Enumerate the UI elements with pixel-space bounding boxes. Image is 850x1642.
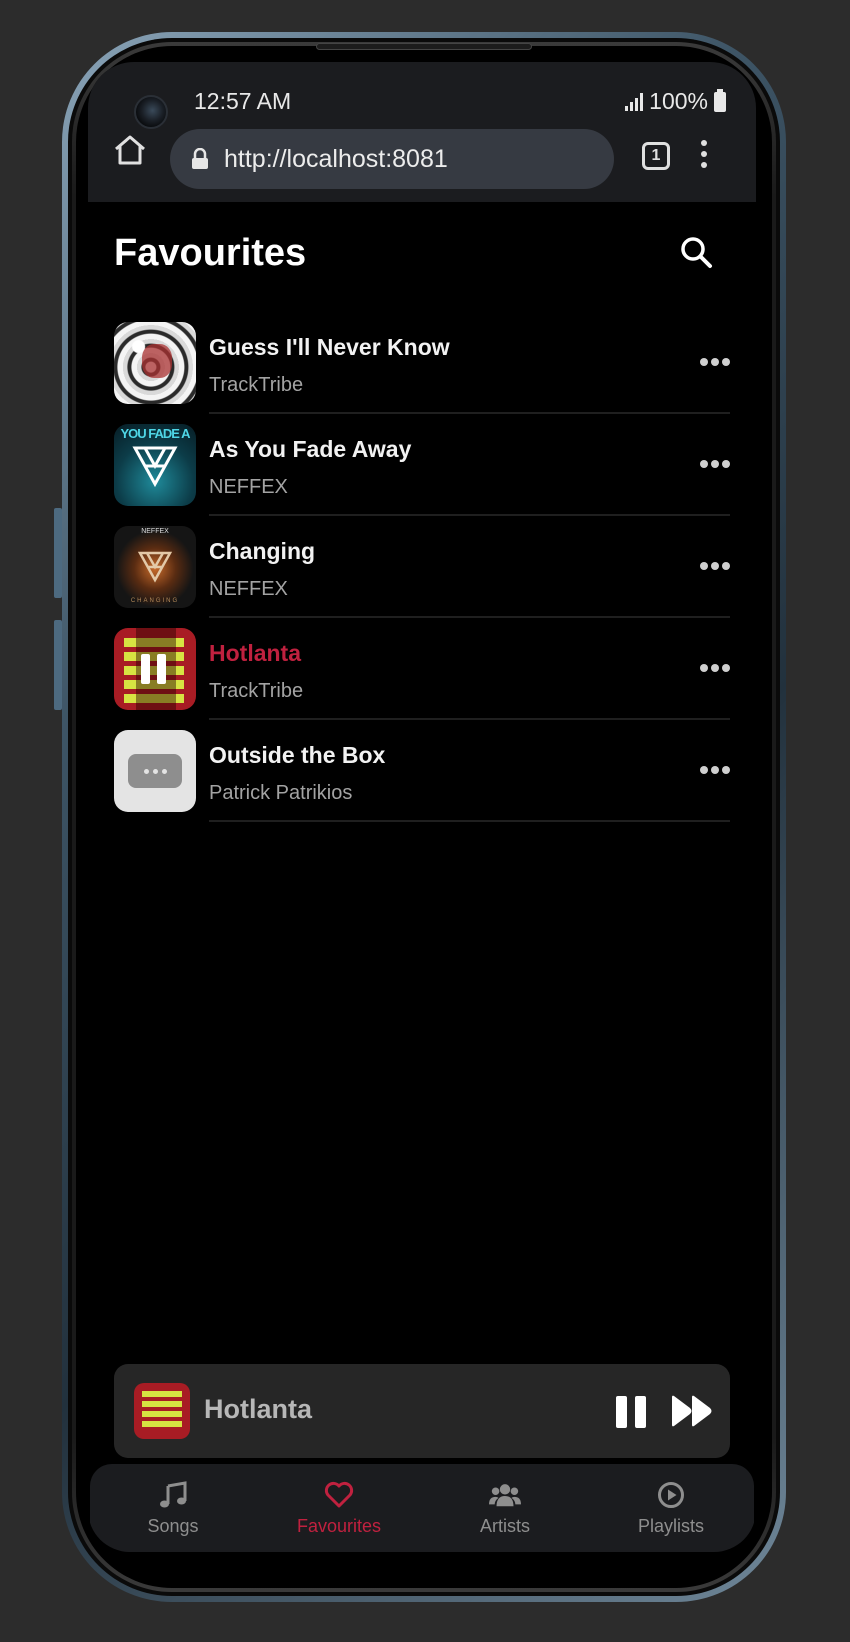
more-options-icon[interactable]: [700, 352, 730, 372]
url-text: http://localhost:8081: [224, 144, 448, 173]
song-title: As You Fade Away: [209, 436, 412, 462]
album-art: YOU FADE A: [114, 424, 196, 506]
tab-playlists[interactable]: Playlists: [588, 1464, 754, 1552]
browser-chrome: 12:57 AM 100% http://localhost:8081 1: [88, 62, 756, 202]
album-art: [114, 322, 196, 404]
divider: [209, 514, 730, 516]
home-icon[interactable]: [112, 132, 148, 168]
users-icon: [489, 1480, 521, 1510]
status-right: 100%: [625, 88, 726, 115]
album-art: [114, 730, 196, 812]
list-item[interactable]: Outside the Box Patrick Patrikios: [114, 730, 730, 832]
song-artist: NEFFEX: [209, 578, 288, 600]
mini-player[interactable]: Hotlanta: [114, 1364, 730, 1458]
album-art: [114, 628, 196, 710]
heart-icon: [323, 1480, 355, 1510]
divider: [209, 718, 730, 720]
battery-percent: 100%: [649, 88, 708, 114]
tab-label: Favourites: [296, 1516, 382, 1536]
song-artist: TrackTribe: [209, 680, 304, 702]
song-list: Guess I'll Never Know TrackTribe YOU FAD…: [114, 322, 730, 832]
volume-button: [54, 620, 62, 710]
more-options-icon[interactable]: [700, 658, 730, 678]
pause-overlay-icon: [141, 654, 171, 684]
song-artist: TrackTribe: [209, 374, 304, 396]
list-item[interactable]: YOU FADE A As You Fade Away NEFFEX: [114, 424, 730, 526]
placeholder-icon: [128, 754, 182, 788]
pause-icon[interactable]: [616, 1396, 646, 1428]
fast-forward-icon[interactable]: [670, 1394, 714, 1428]
song-title: Hotlanta: [209, 640, 301, 666]
more-options-icon[interactable]: [700, 760, 730, 780]
tab-label: Playlists: [637, 1516, 704, 1536]
song-title: Changing: [209, 538, 316, 564]
divider: [209, 616, 730, 618]
page-title: Favourites: [114, 232, 307, 274]
more-options-icon[interactable]: [700, 556, 730, 576]
screen: 12:57 AM 100% http://localhost:8081 1 Fa…: [88, 62, 756, 1552]
divider: [209, 412, 730, 414]
now-playing-art: [134, 1383, 190, 1439]
tab-label: Artists: [479, 1516, 530, 1536]
song-artist: Patrick Patrikios: [209, 782, 353, 804]
battery-icon: [714, 88, 726, 112]
music-note-icon: [157, 1480, 189, 1510]
bottom-tab-bar: Songs Favourites Artists Playlists: [90, 1464, 754, 1552]
volume-button: [54, 508, 62, 598]
front-camera: [134, 95, 168, 129]
tab-switcher-button[interactable]: 1: [642, 142, 670, 170]
album-art: NEFFEX CHANGING: [114, 526, 196, 608]
tab-artists[interactable]: Artists: [422, 1464, 588, 1552]
signal-icon: [625, 92, 644, 111]
song-artist: NEFFEX: [209, 476, 288, 498]
now-playing-title: Hotlanta: [204, 1394, 312, 1424]
divider: [209, 820, 730, 822]
search-icon[interactable]: [678, 234, 714, 270]
play-circle-icon: [655, 1480, 687, 1510]
url-bar[interactable]: http://localhost:8081: [170, 129, 614, 189]
list-item[interactable]: Guess I'll Never Know TrackTribe: [114, 322, 730, 424]
lock-icon: [190, 147, 210, 170]
status-time: 12:57 AM: [194, 88, 292, 114]
list-item[interactable]: NEFFEX CHANGING Changing NEFFEX: [114, 526, 730, 628]
song-title: Outside the Box: [209, 742, 386, 768]
tab-songs[interactable]: Songs: [90, 1464, 256, 1552]
song-title: Guess I'll Never Know: [209, 334, 450, 360]
earpiece-speaker: [316, 43, 532, 50]
more-options-icon[interactable]: [700, 454, 730, 474]
tab-favourites[interactable]: Favourites: [256, 1464, 422, 1552]
list-item[interactable]: Hotlanta TrackTribe: [114, 628, 730, 730]
browser-menu-icon[interactable]: [696, 140, 712, 172]
tab-label: Songs: [147, 1516, 199, 1536]
